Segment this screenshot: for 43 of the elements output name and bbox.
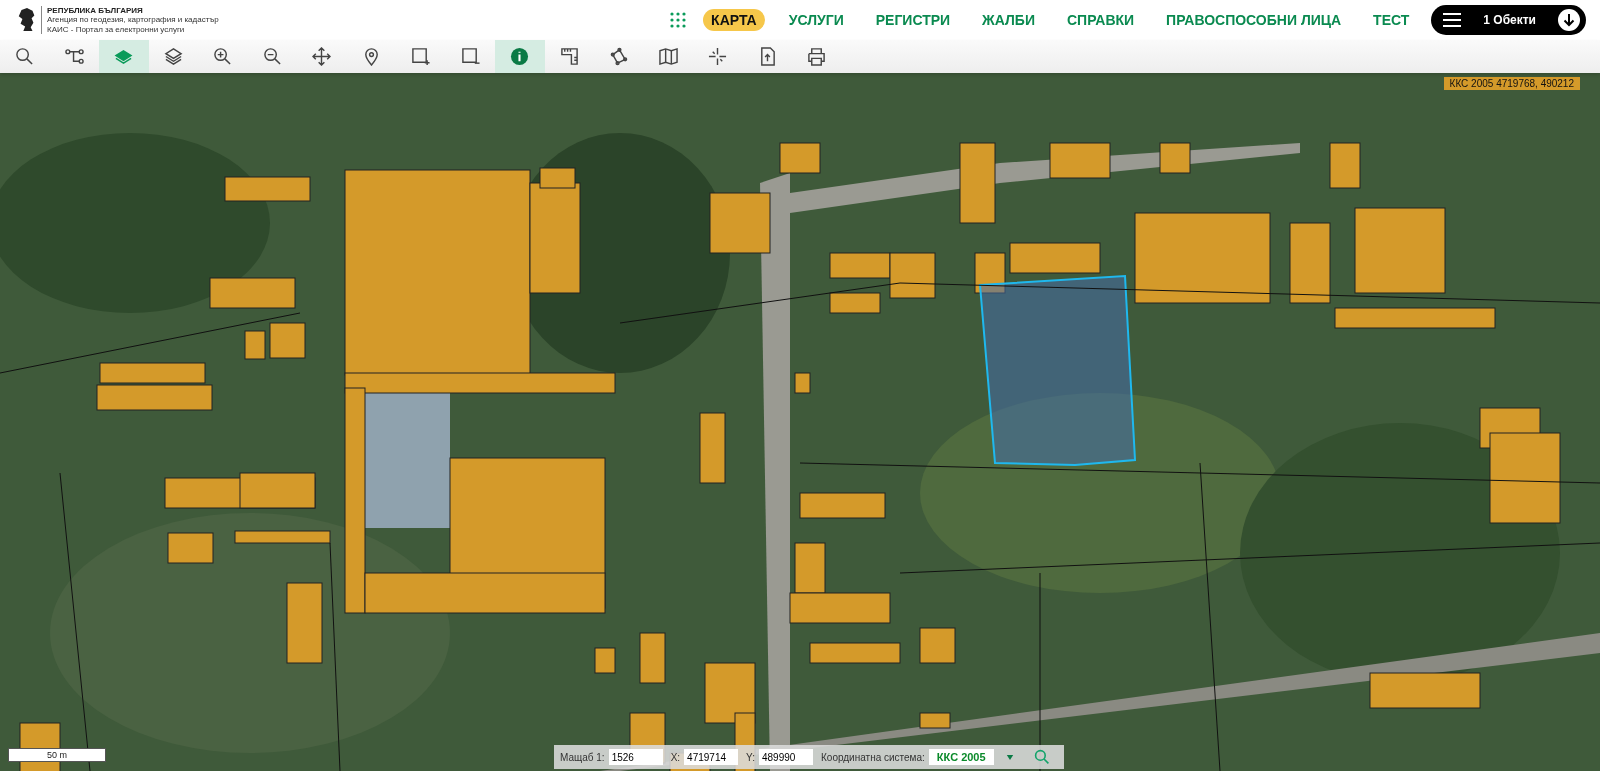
- ruler-icon: [559, 47, 579, 66]
- search-icon: [1033, 749, 1050, 765]
- menu-icon: [1443, 13, 1462, 27]
- nav-link[interactable]: КАРТА: [703, 9, 765, 31]
- x-coordinate-input[interactable]: 4719714: [684, 749, 739, 765]
- nav-link[interactable]: ЖАЛБИ: [974, 9, 1043, 31]
- scale-input[interactable]: 1526: [608, 749, 663, 765]
- coordinate-system-label: Координатна система:: [821, 751, 925, 763]
- scale-bar: 50 m: [8, 748, 106, 762]
- y-coordinate-input[interactable]: 489990: [759, 749, 813, 765]
- info-icon: [510, 47, 530, 66]
- crosshair-icon: [708, 47, 728, 66]
- coordinate-system-select[interactable]: ККС 2005: [928, 749, 994, 765]
- scale-label: Мащаб 1:: [560, 751, 605, 763]
- zoom-in-icon: [213, 47, 233, 66]
- search-icon: [15, 47, 35, 66]
- logo-caption: КАИС - Портал за електронни услуги: [47, 24, 186, 34]
- logo-subtitle: Агенция по геодезия, картография и кадастър: [47, 15, 219, 25]
- aerial-map-drawing[interactable]: [0, 73, 1600, 771]
- rectangle-plus-icon: [411, 47, 431, 66]
- y-label: Y:: [746, 751, 755, 763]
- nav-link[interactable]: УСЛУГИ: [780, 9, 852, 31]
- map-tool-button[interactable]: [495, 40, 545, 73]
- nav-link[interactable]: ТЕСТ: [1365, 9, 1418, 31]
- caret-icon[interactable]: [1005, 753, 1014, 761]
- nav-link[interactable]: РЕГИСТРИ: [867, 9, 959, 31]
- apps-grid-icon[interactable]: [669, 11, 688, 29]
- zoom-out-icon: [262, 47, 282, 66]
- objects-label: 1 Обекти: [1483, 13, 1536, 27]
- layers-icon: [114, 47, 134, 66]
- objects-button[interactable]: 1 Обекти: [1431, 5, 1586, 35]
- layers-outline-icon: [163, 47, 183, 66]
- logo-title: РЕПУБЛИКА БЪЛГАРИЯ: [47, 6, 144, 16]
- map-icon: [658, 47, 678, 66]
- route-icon: [64, 47, 84, 66]
- nav-link[interactable]: ПРАВОСПОСОБНИ ЛИЦА: [1158, 9, 1350, 31]
- polygon-icon: [609, 47, 629, 66]
- move-arrows-icon: [312, 47, 332, 66]
- x-label: X:: [670, 751, 681, 763]
- print-icon: [807, 47, 827, 66]
- nav-link[interactable]: СПРАВКИ: [1059, 9, 1143, 31]
- cursor-coordinates: ККС 2005 4719768, 490212: [1443, 77, 1580, 90]
- rectangle-minus-icon: [460, 47, 480, 66]
